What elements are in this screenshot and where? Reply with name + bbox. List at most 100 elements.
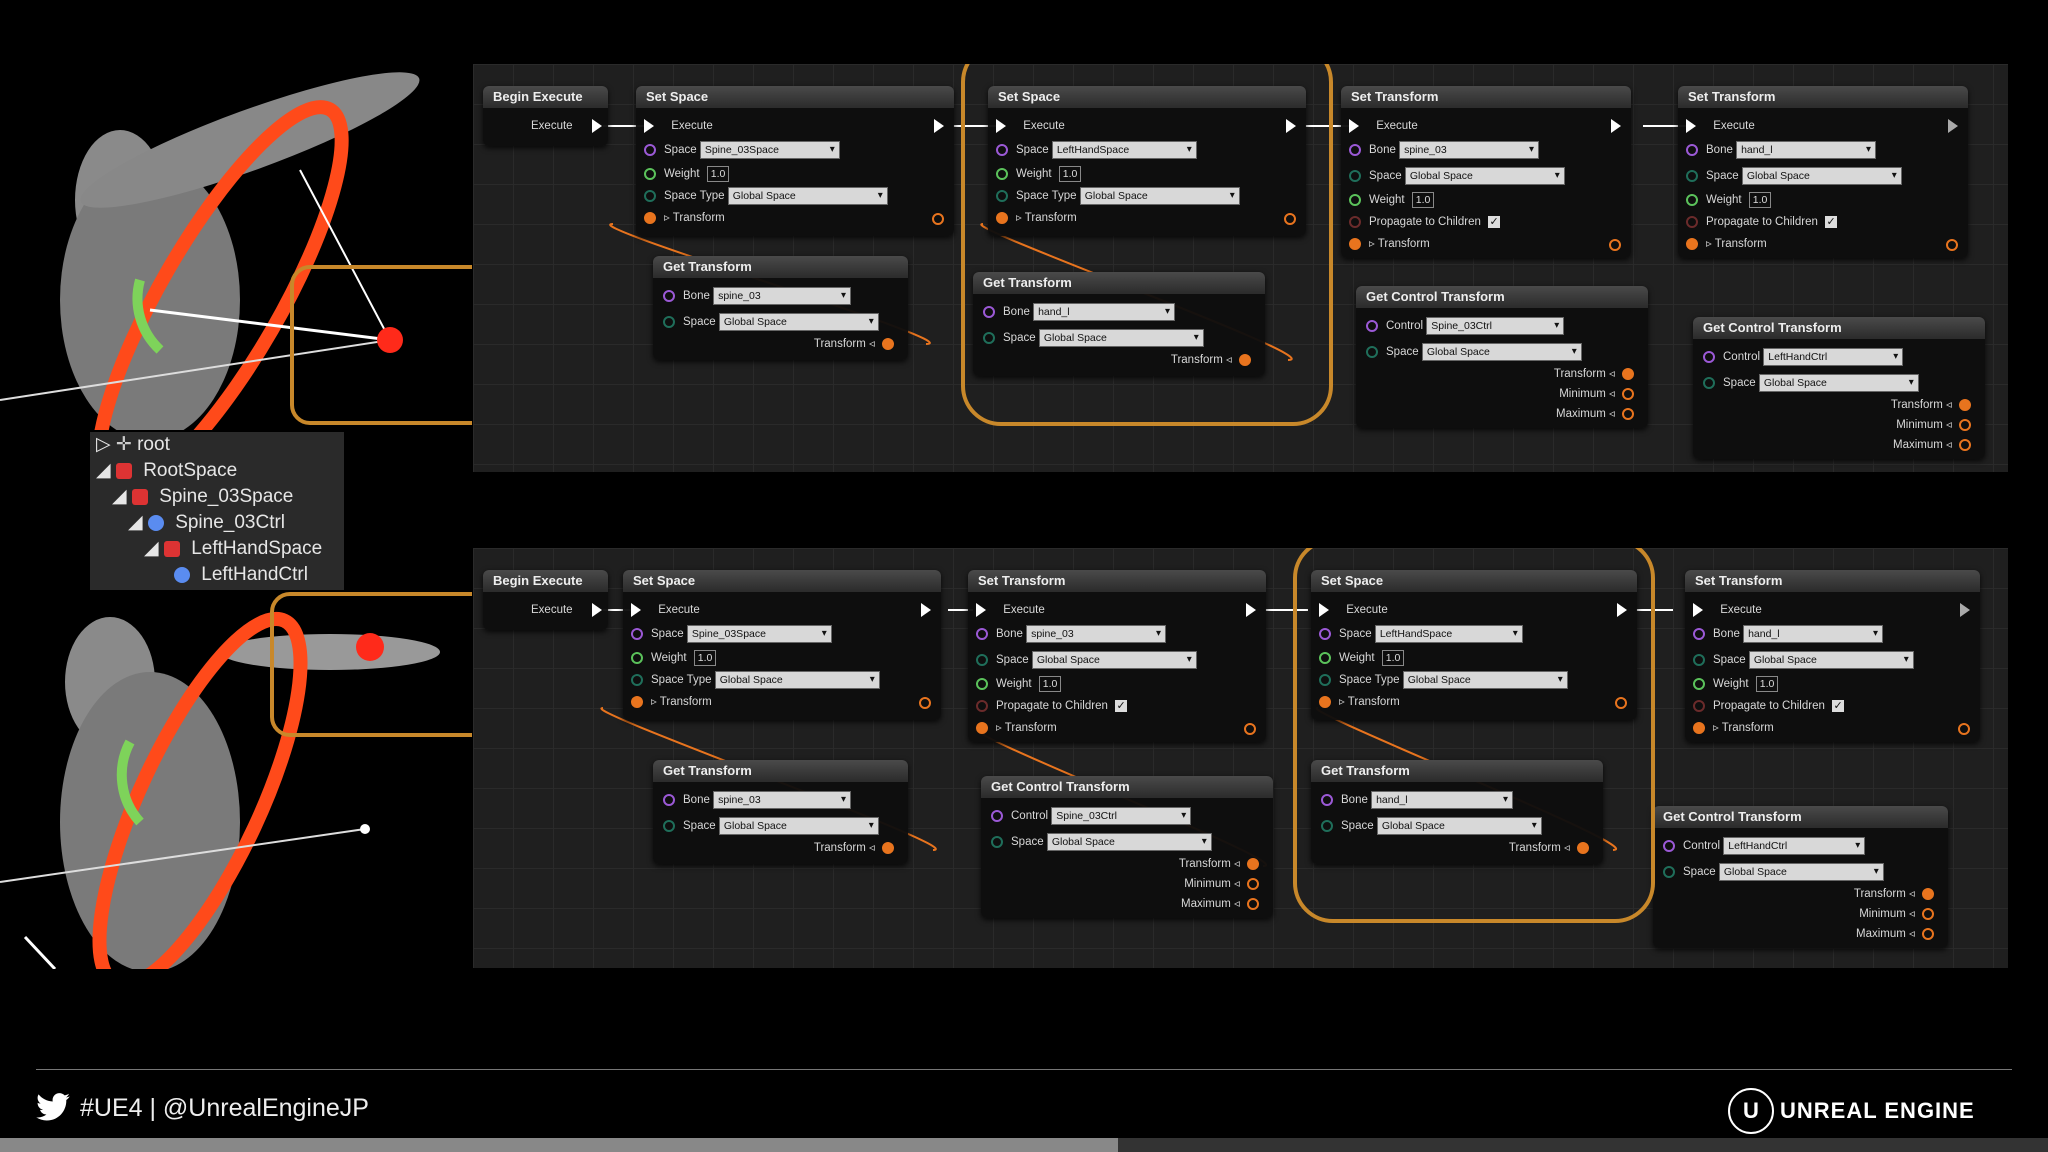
space-pin[interactable] — [1703, 376, 1715, 389]
node-get-control-transform[interactable]: Get Control Transform Control Spine_03Ct… — [981, 776, 1273, 918]
control-dropdown[interactable]: Spine_03Ctrl — [1426, 316, 1565, 335]
propagate-pin[interactable] — [976, 699, 988, 712]
exec-out-pin[interactable] — [934, 119, 944, 133]
propagate-checkbox[interactable]: ✓ — [1825, 215, 1838, 228]
exec-out-pin[interactable] — [591, 118, 602, 133]
weight-input[interactable]: 1.0 — [706, 165, 730, 182]
node-set-transform[interactable]: Set Transform Execute Bone spine_03 Spac… — [1341, 86, 1631, 258]
control-pin[interactable] — [991, 809, 1003, 822]
transform-out-pin[interactable] — [1622, 367, 1634, 380]
weight-input[interactable]: 1.0 — [1038, 675, 1062, 692]
space-dropdown[interactable]: Global Space — [1031, 650, 1197, 669]
space-type-dropdown[interactable]: Global Space — [714, 670, 880, 689]
viewport-top[interactable] — [0, 50, 472, 430]
bone-dropdown[interactable]: spine_03 — [713, 286, 852, 305]
transform-in-pin[interactable] — [644, 211, 656, 224]
weight-input[interactable]: 1.0 — [1755, 675, 1779, 692]
propagate-pin[interactable] — [1693, 699, 1705, 712]
exec-in-pin[interactable] — [1349, 118, 1359, 133]
tree-item-root[interactable]: ▷ ✛ root — [96, 432, 170, 458]
propagate-pin[interactable] — [1686, 215, 1698, 228]
transform-out-pin[interactable] — [882, 841, 894, 854]
space-dropdown[interactable]: Global Space — [1421, 342, 1582, 361]
space-pin[interactable] — [1686, 169, 1698, 182]
rig-hierarchy-outliner[interactable]: ▷ ✛ root ◢ RootSpace ◢ Spine_03Space ◢ S… — [90, 432, 344, 590]
bone-pin[interactable] — [1349, 143, 1361, 156]
space-dropdown[interactable]: Global Space — [718, 816, 879, 835]
node-set-transform-hand[interactable]: Set Transform Execute Bone hand_l Space … — [1685, 570, 1980, 742]
control-dropdown[interactable]: LeftHandCtrl — [1763, 347, 1904, 366]
exec-in-pin[interactable] — [644, 118, 654, 133]
exec-in-pin[interactable] — [631, 602, 641, 617]
tree-item-spine03space[interactable]: ◢ Spine_03Space — [112, 484, 293, 510]
collapse-arrow-icon[interactable]: ◢ — [112, 486, 127, 507]
node-set-transform-hand[interactable]: Set Transform Execute Bone hand_l Space … — [1678, 86, 1968, 258]
maximum-out-pin[interactable] — [1922, 927, 1934, 940]
minimum-out-pin[interactable] — [1922, 907, 1934, 920]
transform-out-pin[interactable] — [1946, 239, 1958, 251]
collapse-arrow-icon[interactable]: ◢ — [144, 538, 159, 559]
transform-in-pin[interactable] — [1686, 237, 1698, 250]
bone-dropdown[interactable]: spine_03 — [713, 790, 852, 809]
node-get-control-transform-hand[interactable]: Get Control Transform Control LeftHandCt… — [1693, 317, 1985, 459]
space-pin[interactable] — [1349, 169, 1361, 182]
space-type-pin[interactable] — [631, 673, 643, 686]
transform-out-pin[interactable] — [1247, 857, 1259, 870]
bone-dropdown[interactable]: spine_03 — [1026, 624, 1167, 643]
tree-item-lefthandctrl[interactable]: LeftHandCtrl — [174, 562, 308, 588]
maximum-out-pin[interactable] — [1622, 407, 1634, 420]
weight-pin[interactable] — [1349, 193, 1361, 206]
bone-pin[interactable] — [663, 793, 675, 806]
minimum-out-pin[interactable] — [1959, 418, 1971, 431]
weight-pin[interactable] — [1693, 677, 1705, 690]
exec-out-pin[interactable] — [1960, 603, 1970, 617]
control-rig-graph-top[interactable]: Begin Execute Execute Set Space Execute … — [473, 64, 2008, 472]
weight-pin[interactable] — [1686, 193, 1698, 206]
transform-out-pin[interactable] — [882, 337, 894, 350]
exec-in-pin[interactable] — [1693, 602, 1703, 617]
space-pin[interactable] — [663, 819, 675, 832]
bone-dropdown[interactable]: spine_03 — [1399, 140, 1540, 159]
node-set-space[interactable]: Set Space Execute Space Spine_03Space We… — [623, 570, 941, 720]
transform-out-pin[interactable] — [1609, 239, 1621, 251]
exec-out-pin[interactable] — [1948, 119, 1958, 133]
space-pin[interactable] — [644, 143, 656, 156]
propagate-checkbox[interactable]: ✓ — [1832, 699, 1845, 712]
space-pin[interactable] — [1366, 345, 1378, 358]
control-dropdown[interactable]: LeftHandCtrl — [1723, 836, 1866, 855]
propagate-pin[interactable] — [1349, 215, 1361, 228]
exec-in-pin[interactable] — [976, 602, 986, 617]
space-pin[interactable] — [1663, 865, 1675, 878]
control-pin[interactable] — [1366, 319, 1378, 332]
space-type-pin[interactable] — [644, 189, 656, 202]
propagate-checkbox[interactable]: ✓ — [1115, 699, 1128, 712]
node-get-control-transform-hand[interactable]: Get Control Transform Control LeftHandCt… — [1653, 806, 1948, 948]
transform-in-pin[interactable] — [1349, 237, 1361, 250]
exec-in-pin[interactable] — [1686, 118, 1696, 133]
bone-dropdown[interactable]: hand_l — [1743, 624, 1884, 643]
space-dropdown[interactable]: Global Space — [1404, 166, 1565, 185]
space-dropdown[interactable]: Spine_03Space — [686, 624, 832, 643]
viewport-bottom[interactable] — [0, 592, 472, 969]
space-dropdown[interactable]: Global Space — [718, 312, 879, 331]
control-dropdown[interactable]: Spine_03Ctrl — [1051, 806, 1192, 825]
space-type-dropdown[interactable]: Global Space — [727, 186, 888, 205]
space-pin[interactable] — [663, 315, 675, 328]
maximum-out-pin[interactable] — [1247, 897, 1259, 910]
exec-out-pin[interactable] — [1611, 119, 1621, 133]
propagate-checkbox[interactable]: ✓ — [1488, 215, 1501, 228]
weight-pin[interactable] — [644, 167, 656, 180]
space-dropdown[interactable]: Global Space — [1758, 373, 1919, 392]
space-dropdown[interactable]: Global Space — [1718, 862, 1884, 881]
transform-out-pin[interactable] — [932, 213, 944, 225]
transform-out-pin[interactable] — [1959, 398, 1971, 411]
transform-in-pin[interactable] — [1693, 721, 1705, 734]
space-dropdown[interactable]: Global Space — [1748, 650, 1914, 669]
transform-out-pin[interactable] — [1244, 723, 1256, 735]
bone-pin[interactable] — [1693, 627, 1705, 640]
tree-item-spine03ctrl[interactable]: ◢ Spine_03Ctrl — [128, 510, 285, 536]
maximum-out-pin[interactable] — [1959, 438, 1971, 451]
weight-input[interactable]: 1.0 — [693, 649, 717, 666]
control-pin[interactable] — [1703, 350, 1715, 363]
space-pin[interactable] — [991, 835, 1003, 848]
